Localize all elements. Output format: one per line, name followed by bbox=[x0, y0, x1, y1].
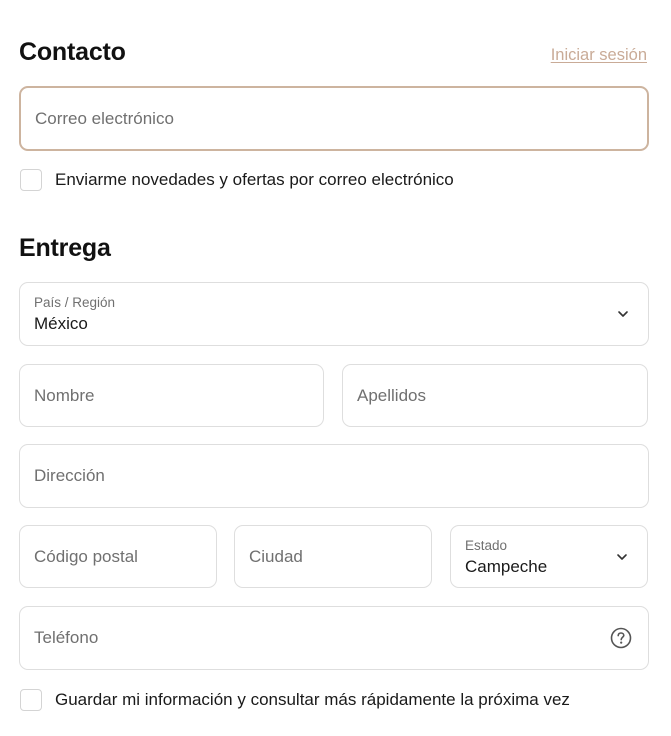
newsletter-checkbox[interactable] bbox=[20, 169, 42, 191]
postal-code-field[interactable] bbox=[20, 526, 216, 587]
login-link[interactable]: Iniciar sesión bbox=[551, 46, 647, 65]
email-field[interactable] bbox=[21, 88, 647, 149]
city-field[interactable] bbox=[235, 526, 431, 587]
phone-field[interactable] bbox=[20, 607, 648, 669]
postal-code-field-wrapper bbox=[19, 525, 217, 588]
city-field-wrapper bbox=[234, 525, 432, 588]
country-select-label: País / Región bbox=[34, 295, 116, 310]
delivery-heading: Entrega bbox=[19, 234, 111, 262]
email-field-wrapper bbox=[19, 86, 649, 151]
first-name-field[interactable] bbox=[20, 365, 323, 426]
last-name-field[interactable] bbox=[343, 365, 647, 426]
question-circle-icon[interactable] bbox=[610, 627, 632, 649]
first-name-field-wrapper bbox=[19, 364, 324, 427]
save-info-label: Guardar mi información y consultar más r… bbox=[55, 690, 570, 709]
country-select[interactable]: País / Región México bbox=[19, 282, 649, 346]
address-field-wrapper bbox=[19, 444, 649, 508]
newsletter-row: Enviarme novedades y ofertas por correo … bbox=[20, 169, 454, 191]
state-select-value: Campeche bbox=[465, 557, 548, 576]
save-info-checkbox[interactable] bbox=[20, 689, 42, 711]
last-name-field-wrapper bbox=[342, 364, 648, 427]
checkout-form: Contacto Iniciar sesión Enviarme novedad… bbox=[0, 0, 671, 736]
state-select[interactable]: Estado Campeche bbox=[450, 525, 648, 588]
save-info-row: Guardar mi información y consultar más r… bbox=[20, 689, 570, 711]
address-field[interactable] bbox=[20, 445, 648, 507]
chevron-down-icon bbox=[618, 311, 628, 317]
country-select-value: México bbox=[34, 314, 88, 333]
contact-heading: Contacto bbox=[19, 38, 126, 66]
newsletter-label: Enviarme novedades y ofertas por correo … bbox=[55, 170, 454, 189]
state-select-label: Estado bbox=[465, 538, 508, 553]
chevron-down-icon bbox=[617, 553, 627, 560]
phone-field-wrapper bbox=[19, 606, 649, 670]
